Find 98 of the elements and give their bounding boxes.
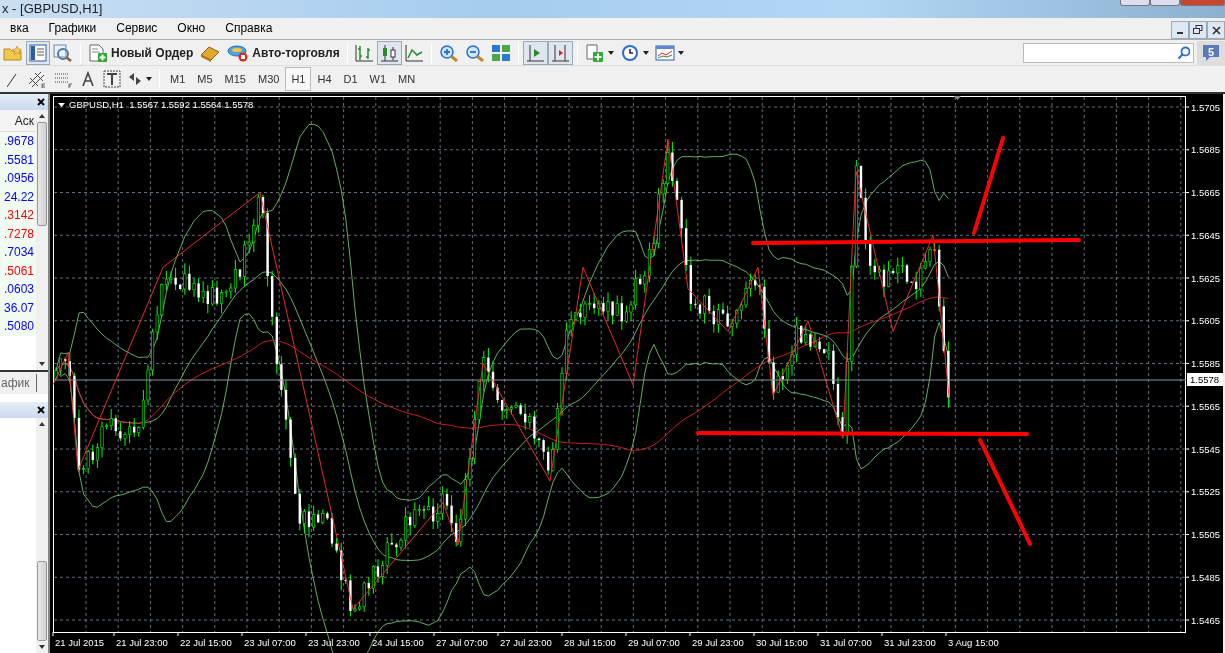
text-label-tool-button[interactable]: [100, 67, 124, 91]
time-label: 23 Jul 07:00: [244, 637, 296, 648]
clock-icon: [619, 43, 640, 62]
chart-window-icon: [654, 43, 675, 62]
time-label: 27 Jul 23:00: [500, 637, 552, 648]
folder-star-icon: [3, 43, 23, 62]
close-icon[interactable]: [37, 406, 45, 414]
restore-icon: [1193, 25, 1203, 35]
timeframe-button[interactable]: M15: [218, 67, 252, 91]
price-label: 1.5625: [1191, 272, 1221, 284]
price-label: 1.5685: [1191, 144, 1221, 156]
zoom-in-icon: [438, 43, 459, 62]
time-label: 27 Jul 07:00: [436, 637, 488, 648]
ask-price: .0603: [0, 280, 36, 299]
time-label: 29 Jul 23:00: [692, 637, 744, 648]
price-label: 1.5645: [1191, 229, 1221, 241]
tile-windows-icon: [490, 43, 511, 62]
minimize-button[interactable]: [1171, 21, 1189, 39]
price-label: 1.5665: [1191, 187, 1221, 198]
candlestick-icon: [379, 43, 399, 62]
timeframe-button[interactable]: MN: [392, 67, 422, 91]
price-label: 1.5485: [1191, 571, 1221, 583]
price-label: 1.5605: [1191, 315, 1221, 327]
ask-price: .3142: [0, 206, 36, 225]
scrollbar[interactable]: [36, 418, 48, 653]
chart-scroll-button[interactable]: [547, 40, 573, 65]
list-window-icon: [29, 43, 47, 62]
caret-icon: [677, 50, 684, 55]
menu-item[interactable]: Сервис: [106, 18, 168, 39]
line-chart-icon: [404, 43, 424, 62]
arrows-icon: [127, 70, 143, 88]
ask-price: .0956: [0, 169, 36, 188]
time-label: 31 Jul 23:00: [884, 637, 936, 648]
timeframe-button[interactable]: M5: [191, 67, 219, 91]
search-icon: [1177, 45, 1190, 60]
window-title: x - [GBPUSD,H1]: [1, 0, 103, 18]
scrollbar[interactable]: [36, 110, 48, 370]
dotted-lines-icon: [53, 70, 73, 88]
chart-scroll-button[interactable]: [522, 40, 548, 65]
dropdown-triangle-icon[interactable]: [58, 103, 65, 107]
chart-shift-icon: [550, 43, 570, 62]
price-label: 1.5545: [1191, 443, 1221, 455]
close-icon[interactable]: [37, 98, 45, 106]
time-label: 31 Jul 07:00: [820, 637, 872, 648]
timeframe-button[interactable]: D1: [337, 67, 364, 91]
channel-icon: [27, 70, 47, 88]
timeframe-button[interactable]: H4: [311, 67, 338, 91]
time-label: 21 Jul 2015: [55, 637, 105, 648]
time-label: 29 Jul 07:00: [628, 637, 680, 648]
price-label: 1.5705: [1191, 101, 1221, 113]
ask-price: .5080: [0, 317, 36, 336]
text-label-icon: [103, 70, 121, 88]
price-label: 1.5585: [1191, 358, 1221, 369]
menu-item[interactable]: Окно: [167, 18, 216, 39]
zoom-out-icon: [464, 43, 485, 62]
timeframe-button[interactable]: H1: [285, 67, 312, 91]
chart-header: GBPUSD,H1 1.5567 1.5592 1.5564 1.5578: [69, 99, 254, 110]
autoscroll-icon: [525, 43, 545, 62]
caret-icon: [642, 50, 649, 55]
timeframe-button[interactable]: M30: [251, 67, 286, 91]
maximize-button[interactable]: [1150, 0, 1180, 6]
time-label: 30 Jul 15:00: [756, 637, 808, 648]
price-label: 1.5465: [1191, 614, 1221, 626]
ask-price: .7034: [0, 243, 36, 262]
caret-icon: [607, 50, 614, 55]
menu-item[interactable]: вка: [0, 18, 39, 39]
new-order-button[interactable]: Новый Ордер: [85, 40, 197, 65]
auto-trading-button[interactable]: Авто-торговля: [224, 40, 343, 65]
document-plus-icon: [584, 43, 605, 62]
close-icon: [1211, 25, 1221, 35]
menu-item[interactable]: Графики: [38, 18, 107, 39]
caret-icon: [146, 77, 152, 81]
close-button[interactable]: [1207, 21, 1225, 39]
restore-button[interactable]: [1189, 21, 1207, 39]
timeframe-button[interactable]: W1: [363, 67, 393, 91]
time-label: 23 Jul 23:00: [308, 637, 360, 648]
robot-stop-icon: [227, 43, 250, 62]
menu-item[interactable]: Справка: [215, 18, 283, 39]
letter-icon: [81, 70, 95, 88]
time-label: 21 Jul 23:00: [116, 637, 168, 648]
current-price-label: 1.5578: [1187, 373, 1223, 386]
timeframe-button[interactable]: M1: [164, 67, 192, 91]
price-label: 1.5525: [1191, 486, 1221, 498]
time-label: 28 Jul 15:00: [564, 637, 616, 648]
ask-price: .9678: [0, 132, 36, 151]
time-label: 22 Jul 15:00: [180, 637, 232, 648]
triangle-icon: [954, 96, 961, 100]
price-label: 1.5565: [1191, 400, 1221, 412]
time-label: 24 Jul 15:00: [372, 637, 424, 648]
window-list-button[interactable]: [26, 40, 50, 65]
time-label: 3 Aug 15:00: [948, 637, 999, 648]
chart-type-button[interactable]: [376, 40, 402, 65]
price-label: 1.5505: [1191, 529, 1221, 540]
bar-chart-icon: [354, 43, 374, 62]
document-plus-icon: [88, 43, 108, 62]
column-header[interactable]: Аск: [0, 110, 36, 132]
magnifier-icon: [53, 43, 73, 62]
search-field[interactable]: [1023, 42, 1194, 63]
